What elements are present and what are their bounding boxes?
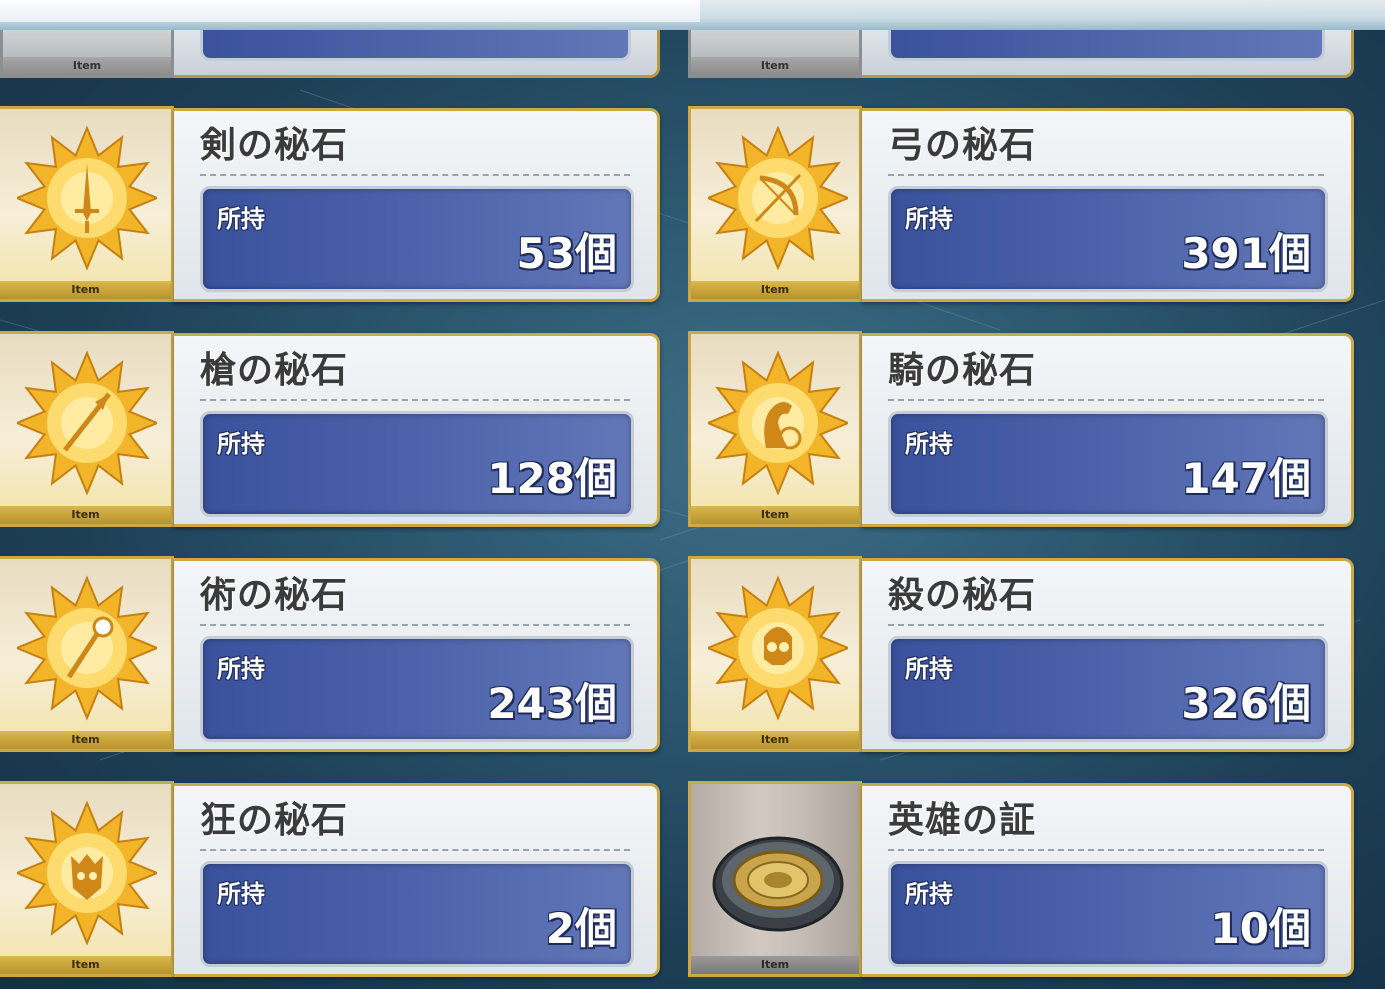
top-header-highlight xyxy=(0,0,700,22)
item-name: 槍の秘石 xyxy=(200,350,349,391)
item-tag: Item xyxy=(0,281,171,299)
item-thumbnail: Item xyxy=(688,781,862,977)
item-card[interactable]: Item 騎の秘石 所持 147個 xyxy=(688,331,1354,527)
held-count: 391個 xyxy=(1181,229,1311,278)
held-label: 所持 xyxy=(905,205,953,233)
item-divider xyxy=(200,399,630,401)
item-tag: Item xyxy=(3,57,171,75)
held-count: 128個 xyxy=(487,454,617,503)
held-label: 所持 xyxy=(217,655,265,683)
item-name: 狂の秘石 xyxy=(200,800,349,841)
item-divider xyxy=(888,849,1324,851)
item-thumbnail: Item xyxy=(0,556,174,752)
item-thumbnail: Item xyxy=(0,781,174,977)
item-card[interactable]: Item 術の秘石 所持 243個 xyxy=(0,556,660,752)
item-thumbnail: Item xyxy=(0,331,174,527)
item-thumbnail: Item xyxy=(688,106,862,302)
item-divider xyxy=(888,399,1324,401)
item-name: 剣の秘石 xyxy=(200,125,349,166)
held-label: 所持 xyxy=(217,430,265,458)
item-divider xyxy=(888,174,1324,176)
held-label: 所持 xyxy=(217,205,265,233)
held-count: 147個 xyxy=(1181,454,1311,503)
count-box: 所持 391個 xyxy=(888,186,1328,292)
count-box: 所持 10個 xyxy=(888,861,1328,967)
item-thumbnail: Item xyxy=(0,30,174,78)
count-box: 所持 128個 xyxy=(200,411,634,517)
list-item-partial[interactable]: Item xyxy=(0,30,660,80)
count-box xyxy=(200,30,631,61)
item-card[interactable]: Item 狂の秘石 所持 2個 xyxy=(0,781,660,977)
item-panel xyxy=(174,30,660,78)
item-tag: Item xyxy=(0,956,171,974)
item-divider xyxy=(888,624,1324,626)
item-tag: Item xyxy=(0,731,171,749)
item-name: 弓の秘石 xyxy=(888,125,1037,166)
held-count: 326個 xyxy=(1181,679,1311,728)
item-name: 術の秘石 xyxy=(200,575,349,616)
list-item-partial[interactable]: Item xyxy=(688,30,1354,80)
item-tag: Item xyxy=(0,506,171,524)
count-box: 所持 243個 xyxy=(200,636,634,742)
held-count: 2個 xyxy=(545,904,617,953)
held-label: 所持 xyxy=(905,430,953,458)
count-box: 所持 2個 xyxy=(200,861,634,967)
item-divider xyxy=(200,174,630,176)
item-tag: Item xyxy=(691,956,859,974)
held-label: 所持 xyxy=(217,880,265,908)
count-box xyxy=(888,30,1325,61)
item-thumbnail: Item xyxy=(688,556,862,752)
item-card[interactable]: Item 弓の秘石 所持 391個 xyxy=(688,106,1354,302)
held-label: 所持 xyxy=(905,880,953,908)
count-box: 所持 326個 xyxy=(888,636,1328,742)
held-count: 243個 xyxy=(487,679,617,728)
item-thumbnail: Item xyxy=(688,30,862,78)
item-card[interactable]: Item 槍の秘石 所持 128個 xyxy=(0,331,660,527)
item-tag: Item xyxy=(691,281,859,299)
item-tag: Item xyxy=(691,506,859,524)
count-box: 所持 147個 xyxy=(888,411,1328,517)
held-count: 53個 xyxy=(516,229,617,278)
item-panel xyxy=(862,30,1354,78)
item-name: 騎の秘石 xyxy=(888,350,1037,391)
count-box: 所持 53個 xyxy=(200,186,634,292)
item-card[interactable]: Item 英雄の証 所持 10個 xyxy=(688,781,1354,977)
item-card[interactable]: Item 剣の秘石 所持 53個 xyxy=(0,106,660,302)
item-tag: Item xyxy=(691,731,859,749)
item-thumbnail: Item xyxy=(0,106,174,302)
held-count: 10個 xyxy=(1210,904,1311,953)
item-thumbnail: Item xyxy=(688,331,862,527)
item-divider xyxy=(200,624,630,626)
item-name: 殺の秘石 xyxy=(888,575,1037,616)
item-divider xyxy=(200,849,630,851)
item-name: 英雄の証 xyxy=(888,800,1037,841)
held-label: 所持 xyxy=(905,655,953,683)
item-tag: Item xyxy=(691,57,859,75)
item-card[interactable]: Item 殺の秘石 所持 326個 xyxy=(688,556,1354,752)
